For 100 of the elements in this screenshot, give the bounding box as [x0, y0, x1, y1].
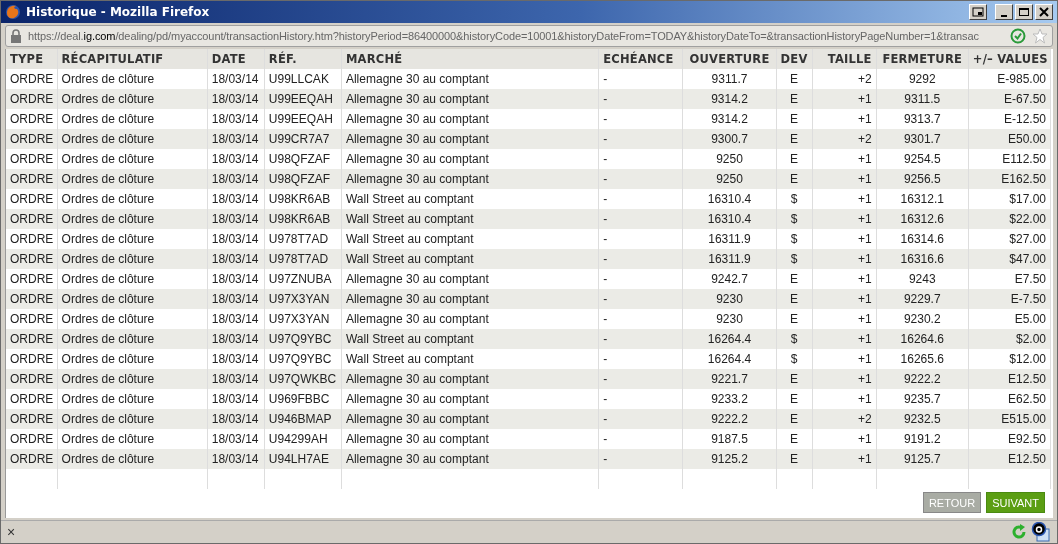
table-cell: 9250	[682, 169, 777, 189]
close-button[interactable]: ×	[7, 524, 16, 540]
close-icon	[1038, 7, 1050, 17]
maximize-button[interactable]	[1015, 4, 1033, 20]
table-cell: -	[598, 329, 683, 349]
column-header: FERMETURE	[876, 49, 969, 69]
browser-logo-icon	[5, 4, 21, 20]
table-cell: ORDRE	[6, 129, 58, 149]
table-cell: 9125.2	[682, 449, 777, 469]
close-button[interactable]	[1035, 4, 1053, 20]
url-text: https://deal.ig.com/dealing/pd/myaccount/transactionHistory.htm?historyPeriod=86400000&historyCode=10001&historyDateFrom=TODAY&historyDateTo=&transactionHistoryPageNumber=1&transac	[28, 30, 980, 42]
table-cell: Ordres de clôture	[57, 409, 208, 429]
table-cell: 18/03/14	[207, 289, 265, 309]
table-cell: ORDRE	[6, 289, 58, 309]
table-cell: E	[776, 169, 813, 189]
table-cell: U98QFZAF	[264, 169, 342, 189]
address-bar[interactable]: https://deal.ig.com/dealing/pd/myaccount/transactionHistory.htm?historyPeriod=86400000&historyCode=10001&historyDateFrom=TODAY&historyDateTo=&transactionHistoryPageNumber=1&transac	[5, 25, 1053, 47]
table-cell: U97Q9YBC	[264, 329, 342, 349]
table-cell: E	[776, 449, 813, 469]
table-cell: E	[776, 289, 813, 309]
window-title: Historique - Mozilla Firefox	[26, 5, 210, 19]
table-cell: U99EEQAH	[264, 89, 342, 109]
table-cell: 18/03/14	[207, 89, 265, 109]
addon-icon[interactable]	[1031, 522, 1051, 542]
table-cell: 9229.7	[876, 289, 969, 309]
table-cell: ORDRE	[6, 209, 58, 229]
table-cell: 9230	[682, 289, 777, 309]
table-cell: -	[598, 129, 683, 149]
table-cell: Ordres de clôture	[57, 169, 208, 189]
table-cell: U98KR6AB	[264, 209, 342, 229]
table-cell: -	[598, 449, 683, 469]
table-cell: ORDRE	[6, 169, 58, 189]
star-icon[interactable]	[1032, 28, 1048, 44]
table-cell: 9301.7	[876, 129, 969, 149]
table-cell: E	[776, 369, 813, 389]
table-cell: 18/03/14	[207, 129, 265, 149]
table-cell: +1	[812, 289, 877, 309]
table-cell: $22.00	[968, 209, 1051, 229]
table-cell: Ordres de clôture	[57, 449, 208, 469]
table-cell: Allemagne 30 au comptant	[341, 289, 599, 309]
table-cell: 9300.7	[682, 129, 777, 149]
table-cell: 18/03/14	[207, 409, 265, 429]
table-cell: Wall Street au comptant	[341, 249, 599, 269]
table-cell: 9311.5	[876, 89, 969, 109]
table-cell: -	[598, 369, 683, 389]
table-cell: 18/03/14	[207, 209, 265, 229]
table-cell: +1	[812, 249, 877, 269]
restore-button[interactable]	[969, 4, 987, 20]
table-cell: 9125.7	[876, 449, 969, 469]
table-cell: 18/03/14	[207, 169, 265, 189]
table-cell: ORDRE	[6, 369, 58, 389]
table-cell: $	[776, 209, 813, 229]
table-cell: +1	[812, 369, 877, 389]
table-cell: E-7.50	[968, 289, 1051, 309]
table-cell: Allemagne 30 au comptant	[341, 89, 599, 109]
table-cell: E-67.50	[968, 89, 1051, 109]
table-cell: +2	[812, 129, 877, 149]
table-cell: -	[598, 89, 683, 109]
table-cell: ORDRE	[6, 249, 58, 269]
table-cell: Ordres de clôture	[57, 249, 208, 269]
table-cell: 16264.6	[876, 329, 969, 349]
column-header: DATE	[207, 49, 265, 69]
table-cell: +1	[812, 449, 877, 469]
table-cell: 16310.4	[682, 209, 777, 229]
table-cell: Ordres de clôture	[57, 369, 208, 389]
table-cell: E162.50	[968, 169, 1051, 189]
table-cell: 9221.7	[682, 369, 777, 389]
table-cell: 9256.5	[876, 169, 969, 189]
table-cell: 18/03/14	[207, 449, 265, 469]
column-header: TYPE	[6, 49, 58, 69]
table-cell: -	[598, 409, 683, 429]
table-cell: 18/03/14	[207, 249, 265, 269]
table-cell: U978T7AD	[264, 249, 342, 269]
table-cell: -	[598, 209, 683, 229]
table-cell: E12.50	[968, 449, 1051, 469]
check-circle-icon	[1010, 28, 1026, 44]
column-header: RÉCAPITULATIF	[57, 49, 208, 69]
table-cell: -	[598, 249, 683, 269]
table-cell: Ordres de clôture	[57, 89, 208, 109]
table-cell: E515.00	[968, 409, 1051, 429]
table-cell: -	[598, 169, 683, 189]
table-cell: +1	[812, 329, 877, 349]
column-header: TAILLE	[812, 49, 877, 69]
table-cell: +2	[812, 409, 877, 429]
minimize-button[interactable]	[995, 4, 1013, 20]
table-cell: Allemagne 30 au comptant	[341, 129, 599, 149]
table-cell: E12.50	[968, 369, 1051, 389]
table-cell: +1	[812, 169, 877, 189]
table-cell: E	[776, 129, 813, 149]
table-cell: $	[776, 329, 813, 349]
table-cell: Ordres de clôture	[57, 329, 208, 349]
table-cell: Allemagne 30 au comptant	[341, 369, 599, 389]
table-cell: $	[776, 249, 813, 269]
table-cell: 18/03/14	[207, 369, 265, 389]
table-cell: Ordres de clôture	[57, 129, 208, 149]
table-cell: Allemagne 30 au comptant	[341, 169, 599, 189]
table-cell: +1	[812, 89, 877, 109]
table-cell: 16264.4	[682, 329, 777, 349]
table-cell: U97X3YAN	[264, 289, 342, 309]
table-cell: 9222.2	[876, 369, 969, 389]
